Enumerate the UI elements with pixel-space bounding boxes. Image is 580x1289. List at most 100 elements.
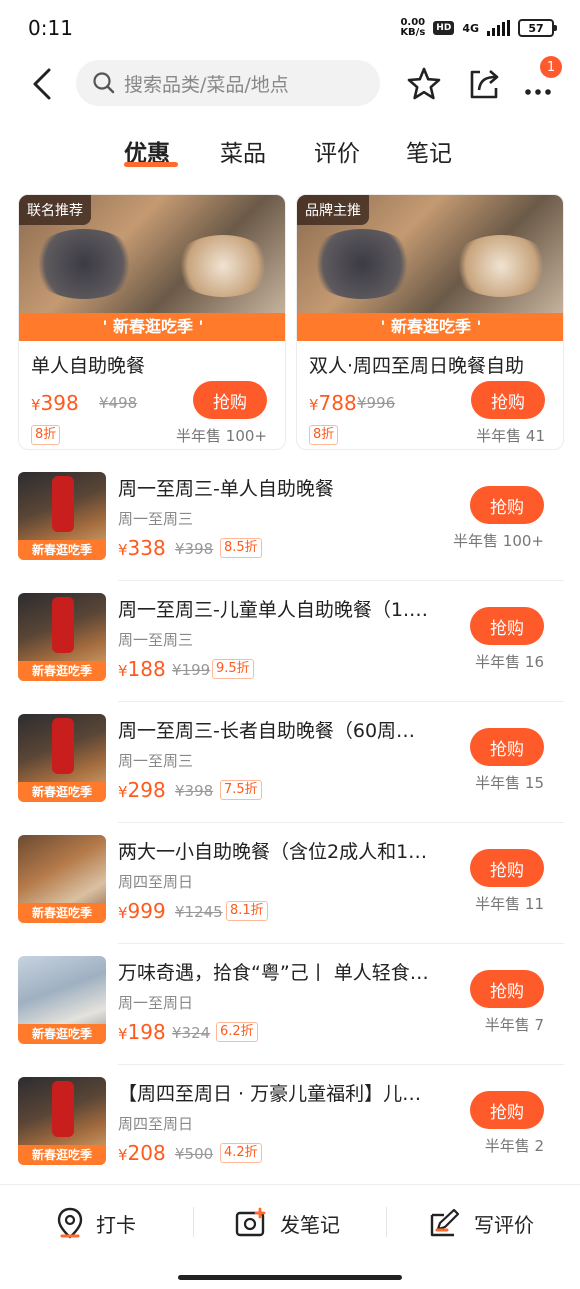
favorite-button[interactable] <box>404 64 444 104</box>
deal-availability: 周一至周日 <box>118 994 194 1012</box>
promo-banner: 新春逛吃季 <box>18 1024 106 1044</box>
deal-price-value: 338 <box>127 536 166 560</box>
deal-thumbnail: 新春逛吃季 <box>18 1077 106 1165</box>
list-item[interactable]: 新春逛吃季 周一至周三-单人自助晚餐 周一至周三 ¥338 ¥398 8.5折 … <box>0 460 580 581</box>
promo-banner: 新春逛吃季 <box>18 540 106 560</box>
deal-thumbnail: 新春逛吃季 <box>18 956 106 1044</box>
deal-availability: 周四至周日 <box>118 1115 194 1133</box>
discount-badge: 8.5折 <box>220 538 262 558</box>
list-item[interactable]: 新春逛吃季 【周四至周日 · 万豪儿童福利】儿… 周四至周日 ¥208 ¥500… <box>0 1065 580 1186</box>
list-item[interactable]: 新春逛吃季 万味奇遇，拾食“粤”己丨 单人轻食… 周一至周日 ¥198 ¥324… <box>0 944 580 1065</box>
post-note-button[interactable]: 发笔记 <box>234 1203 340 1243</box>
currency-symbol: ¥ <box>118 783 128 801</box>
original-price: ¥996 <box>357 394 396 412</box>
home-indicator[interactable] <box>178 1275 402 1280</box>
tab-dishes[interactable]: 菜品 <box>220 134 266 168</box>
bottom-action-bar: 打卡 发笔记 写评价 <box>0 1184 580 1289</box>
buy-button[interactable]: 抢购 <box>470 486 544 524</box>
share-icon <box>470 70 499 99</box>
deal-availability: 周一至周三 <box>118 510 194 528</box>
discount-badge: 7.5折 <box>220 780 262 800</box>
deal-list: 新春逛吃季 周一至周三-单人自助晚餐 周一至周三 ¥338 ¥398 8.5折 … <box>0 460 580 1184</box>
tab-reviews[interactable]: 评价 <box>314 134 360 168</box>
buy-button[interactable]: 抢购 <box>470 970 544 1008</box>
back-button[interactable] <box>24 66 60 102</box>
deal-title: 周一至周三-单人自助晚餐 <box>118 478 334 500</box>
sales-count: 半年售 41 <box>476 427 545 445</box>
promo-banner: 新春逛吃季 <box>18 782 106 802</box>
deal-title: 周一至周三-长者自助晚餐（60周… <box>118 720 416 742</box>
sales-count: 半年售 16 <box>475 653 544 671</box>
deal-title: 【周四至周日 · 万豪儿童福利】儿… <box>118 1083 422 1105</box>
featured-deal-card[interactable]: 品牌主推 ' 新春逛吃季 ' 双人·周四至周日晚餐自助 ¥788 ¥996 8折… <box>296 194 564 450</box>
original-price: ¥324 <box>172 1024 211 1042</box>
write-review-button[interactable]: 写评价 <box>428 1203 534 1243</box>
network-speed-unit: KB/s <box>400 27 426 38</box>
status-icons: 0.00 KB/s HD 4G 57 <box>400 18 557 38</box>
lantern-decoration <box>52 718 74 774</box>
top-bar: 搜索品类/菜品/地点 1 <box>0 56 580 116</box>
promo-banner: 新春逛吃季 <box>18 661 106 681</box>
deal-title: 万味奇遇，拾食“粤”己丨 单人轻食… <box>118 962 429 984</box>
currency-symbol: ¥ <box>309 396 319 414</box>
lantern-decoration <box>52 476 74 532</box>
deal-price: ¥188 <box>118 657 166 681</box>
discount-badge: 8.1折 <box>226 901 268 921</box>
deal-price-value: 198 <box>127 1020 166 1044</box>
deal-thumbnail: 新春逛吃季 <box>18 593 106 681</box>
active-tab-indicator <box>124 162 178 167</box>
add-photo-icon <box>235 1207 266 1237</box>
deal-availability: 周四至周日 <box>118 873 194 891</box>
list-item[interactable]: 新春逛吃季 周一至周三-长者自助晚餐（60周… 周一至周三 ¥298 ¥398 … <box>0 702 580 823</box>
status-bar: 0:11 0.00 KB/s HD 4G 57 <box>0 0 580 56</box>
share-button[interactable] <box>464 64 504 104</box>
buy-button[interactable]: 抢购 <box>470 728 544 766</box>
buy-button[interactable]: 抢购 <box>470 607 544 645</box>
list-item[interactable]: 新春逛吃季 两大一小自助晚餐（含位2成人和1… 周四至周日 ¥999 ¥1245… <box>0 823 580 944</box>
currency-symbol: ¥ <box>31 396 41 414</box>
sales-count: 半年售 11 <box>475 895 544 913</box>
original-price: ¥199 <box>172 661 211 679</box>
featured-deals: 联名推荐 ' 新春逛吃季 ' 单人自助晚餐 ¥398 ¥498 8折 抢购 半年… <box>0 176 580 460</box>
deal-price-value: 298 <box>127 778 166 802</box>
deal-price: ¥208 <box>118 1141 166 1165</box>
tab-notes[interactable]: 笔记 <box>406 134 452 168</box>
deal-thumbnail: 新春逛吃季 <box>18 472 106 560</box>
deal-price-value: 188 <box>127 657 166 681</box>
search-input[interactable]: 搜索品类/菜品/地点 <box>76 60 380 106</box>
network-type: 4G <box>462 21 479 35</box>
back-arrow-icon <box>33 68 51 100</box>
discount-badge: 8折 <box>309 425 339 445</box>
network-speed: 0.00 KB/s <box>400 18 425 38</box>
post-note-label: 发笔记 <box>280 1212 340 1237</box>
deal-title: 周一至周三-儿童单人自助晚餐（1.… <box>118 599 428 621</box>
deal-thumbnail: 新春逛吃季 <box>18 714 106 802</box>
deal-price: ¥999 <box>118 899 166 923</box>
featured-deal-card[interactable]: 联名推荐 ' 新春逛吃季 ' 单人自助晚餐 ¥398 ¥498 8折 抢购 半年… <box>18 194 286 450</box>
star-icon <box>407 67 441 100</box>
checkin-button[interactable]: 打卡 <box>56 1203 136 1243</box>
buy-button[interactable]: 抢购 <box>470 849 544 887</box>
buy-button[interactable]: 抢购 <box>470 1091 544 1129</box>
deal-price-value: 788 <box>318 391 357 415</box>
deal-price: ¥398 <box>31 391 79 415</box>
buy-button[interactable]: 抢购 <box>193 381 267 419</box>
list-item[interactable]: 新春逛吃季 周一至周三-儿童单人自助晚餐（1.… 周一至周三 ¥188 ¥199… <box>0 581 580 702</box>
currency-symbol: ¥ <box>118 541 128 559</box>
deal-price: ¥298 <box>118 778 166 802</box>
original-price: ¥398 <box>175 540 214 558</box>
sales-count: 半年售 100+ <box>453 532 544 550</box>
deal-price-value: 398 <box>40 391 79 415</box>
more-button[interactable]: 1 <box>518 56 562 104</box>
tab-bar: 优惠 菜品 评价 笔记 <box>0 116 580 176</box>
search-icon <box>93 72 115 94</box>
deal-price-value: 208 <box>127 1141 166 1165</box>
deal-price: ¥198 <box>118 1020 166 1044</box>
battery-icon: 57 <box>518 19 557 37</box>
location-pin-icon <box>57 1207 83 1239</box>
currency-symbol: ¥ <box>118 904 128 922</box>
hd-icon: HD <box>433 21 455 35</box>
buy-button[interactable]: 抢购 <box>471 381 545 419</box>
discount-badge: 9.5折 <box>212 659 254 679</box>
discount-badge: 4.2折 <box>220 1143 262 1163</box>
